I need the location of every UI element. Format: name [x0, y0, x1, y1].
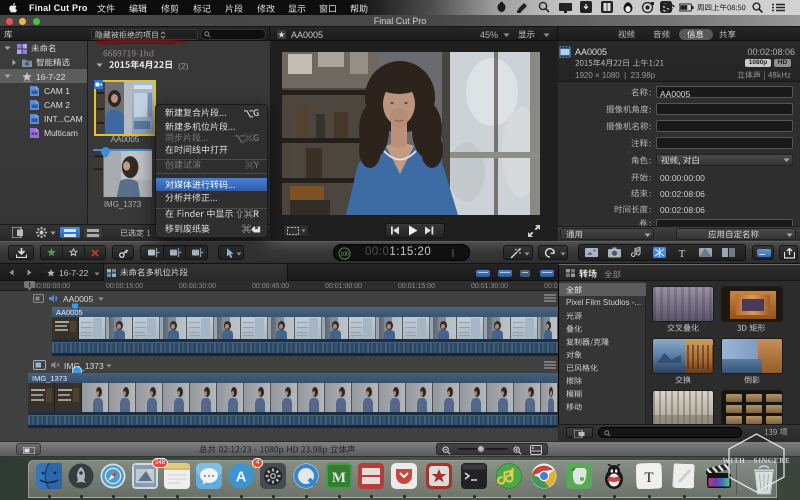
svg-text:100: 100 — [340, 251, 349, 257]
svg-text:A: A — [236, 469, 247, 486]
svg-text:T: T — [679, 248, 686, 258]
svg-text:M: M — [332, 470, 346, 486]
svg-text:T: T — [644, 470, 653, 486]
